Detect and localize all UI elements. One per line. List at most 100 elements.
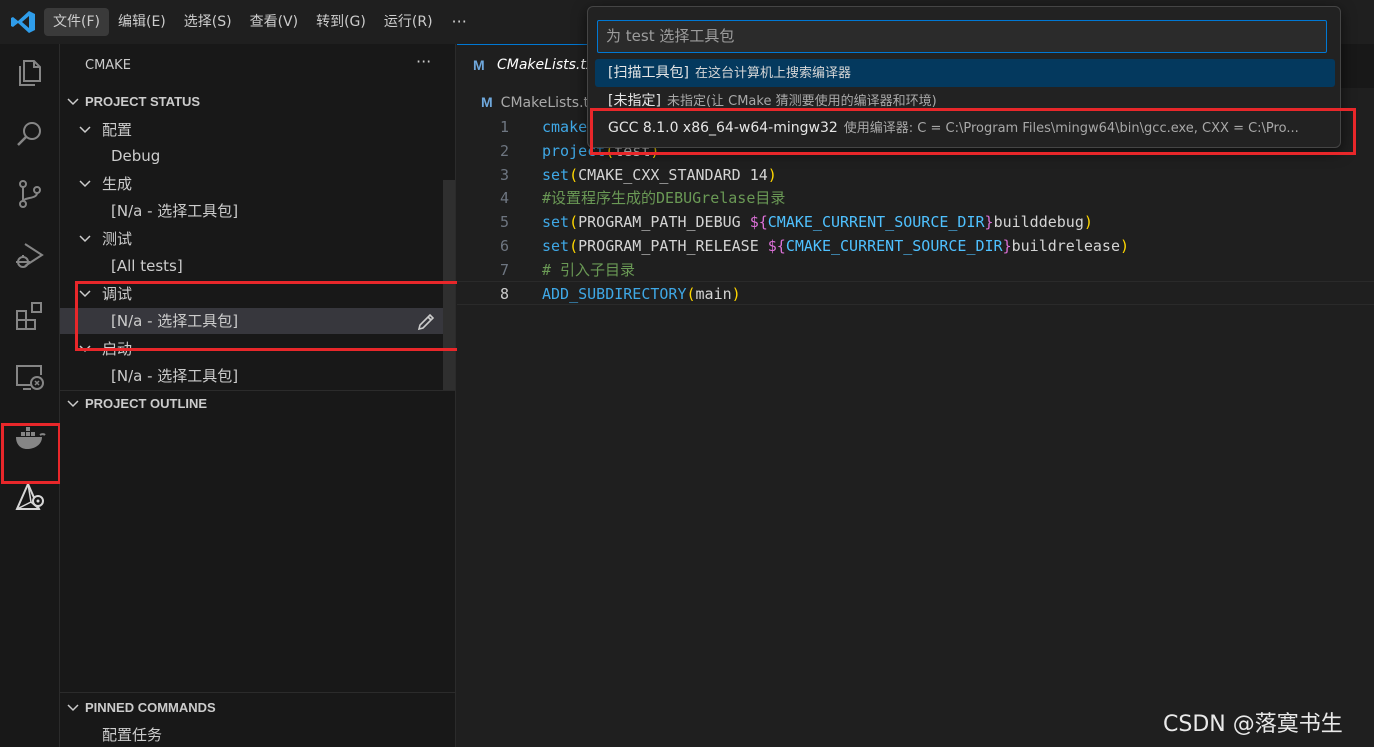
tree-item-configure[interactable]: 配置: [60, 117, 444, 143]
cmake-sidebar: CMAKE ··· PROJECT STATUS 配置 Debug 生成 [N/…: [60, 44, 465, 747]
section-project-outline[interactable]: PROJECT OUTLINE: [60, 392, 456, 416]
code-token: (: [569, 213, 579, 231]
tree-item-label: [N/a - 选择工具包]: [111, 367, 239, 385]
code-token: #设置程序生成的DEBUGrelase目录: [542, 189, 786, 207]
chevron-down-icon: [79, 180, 91, 188]
chevron-down-icon: [67, 98, 79, 106]
cmake-highlight-box: [1, 423, 61, 484]
source-control-icon[interactable]: [13, 177, 47, 211]
code-token: builddebug: [993, 213, 1084, 231]
quick-pick-item-scan-kits[interactable]: [扫描工具包] 在这台计算机上搜索编译器: [595, 59, 1335, 87]
kit-search-input[interactable]: 为 test 选择工具包: [597, 20, 1327, 53]
menu-edit[interactable]: 编辑(E): [109, 8, 175, 36]
menu-view[interactable]: 查看(V): [241, 8, 308, 36]
tree-item-label: 配置: [102, 121, 133, 139]
code-token: buildrelease: [1011, 237, 1120, 255]
gcc-highlight-box: [590, 108, 1356, 155]
code-token: CMAKE_CURRENT_SOURCE_DIR: [785, 237, 1003, 255]
tree-item-label: [N/a - 选择工具包]: [111, 202, 239, 220]
tree-item-label: [All tests]: [111, 257, 183, 275]
tab-label: CMakeLists.txt: [497, 57, 600, 73]
tree-item-build[interactable]: 生成: [60, 171, 444, 197]
code-token: }: [984, 213, 994, 231]
menu-go[interactable]: 转到(G): [307, 8, 375, 36]
menu-more[interactable]: ···: [442, 8, 477, 36]
tree-item-launch-value[interactable]: [N/a - 选择工具包]: [60, 363, 444, 389]
code-text: #设置程序生成的DEBUGrelase目录: [542, 186, 785, 210]
code-token: ${: [749, 213, 768, 231]
search-icon[interactable]: [13, 117, 47, 151]
cmake-file-icon: M: [473, 57, 485, 73]
code-token: ): [731, 285, 741, 303]
code-token: ): [1083, 213, 1093, 231]
quick-pick-label: [扫描工具包]: [608, 65, 689, 81]
pinned-command-item[interactable]: 配置任务: [60, 722, 444, 747]
section-pinned-commands[interactable]: PINNED COMMANDS: [60, 696, 456, 720]
line-number: 7: [499, 261, 509, 279]
divider: [60, 692, 456, 693]
tree-item-label: 生成: [102, 175, 133, 193]
code-text: # 引入子目录: [542, 258, 635, 282]
explorer-icon[interactable]: [13, 56, 47, 90]
sidebar-title: CMAKE: [85, 58, 131, 73]
line-number: 5: [499, 213, 509, 231]
tree-item-test-value[interactable]: [All tests]: [60, 253, 444, 279]
code-line[interactable]: 4 #设置程序生成的DEBUGrelase目录: [457, 186, 1374, 210]
cmake-icon[interactable]: [13, 480, 47, 514]
code-token: CMAKE_CURRENT_SOURCE_DIR: [767, 213, 985, 231]
code-token: CMAKE_CXX_STANDARD 14: [578, 166, 768, 184]
code-token: (: [569, 237, 579, 255]
tree-item-configure-value[interactable]: Debug: [60, 143, 444, 169]
quick-pick-description: 在这台计算机上搜索编译器: [694, 66, 851, 81]
vscode-logo-icon: [11, 11, 35, 33]
chevron-down-icon: [67, 704, 79, 712]
code-line[interactable]: 6 set(PROGRAM_PATH_RELEASE ${CMAKE_CURREN…: [457, 234, 1374, 258]
code-line[interactable]: 8 ADD_SUBDIRECTORY(main): [457, 281, 1374, 305]
section-project-status[interactable]: PROJECT STATUS: [60, 90, 456, 114]
code-token: # 引入子目录: [542, 261, 636, 279]
menu-selection[interactable]: 选择(S): [175, 8, 241, 36]
chevron-down-icon: [79, 235, 91, 243]
code-line[interactable]: 7 # 引入子目录: [457, 258, 1374, 282]
debug-highlight-box: [75, 281, 465, 351]
code-line[interactable]: 3 set(CMAKE_CXX_STANDARD 14): [457, 163, 1374, 187]
code-token: (: [686, 285, 696, 303]
code-token: ${: [767, 237, 786, 255]
section-label: PROJECT STATUS: [85, 94, 201, 109]
menu-file[interactable]: 文件(F): [44, 8, 109, 36]
code-text: set(PROGRAM_PATH_RELEASE ${CMAKE_CURRENT…: [542, 234, 1129, 258]
code-token: ): [767, 166, 777, 184]
code-token: PROGRAM_PATH_DEBUG: [578, 213, 750, 231]
tree-item-label: 配置任务: [102, 726, 163, 744]
activity-bar: [0, 44, 60, 747]
code-token: (: [569, 166, 579, 184]
run-debug-icon[interactable]: [13, 239, 47, 273]
line-number: 1: [499, 118, 509, 136]
code-token: main: [695, 285, 732, 303]
code-token: set: [542, 166, 570, 184]
tree-item-build-value[interactable]: [N/a - 选择工具包]: [60, 198, 444, 224]
tree-item-label: Debug: [111, 147, 161, 165]
chevron-down-icon: [79, 126, 91, 134]
quick-pick-label: [未指定]: [608, 93, 661, 109]
code-token: ): [1120, 237, 1130, 255]
code-line[interactable]: 5 set(PROGRAM_PATH_DEBUG ${CMAKE_CURRENT_…: [457, 210, 1374, 234]
line-number: 6: [499, 237, 509, 255]
section-label: PROJECT OUTLINE: [85, 396, 208, 411]
section-label: PINNED COMMANDS: [85, 700, 216, 715]
remote-explorer-icon[interactable]: [13, 360, 47, 394]
code-text: set(PROGRAM_PATH_DEBUG ${CMAKE_CURRENT_S…: [542, 210, 1093, 234]
extensions-icon[interactable]: [13, 299, 47, 333]
menu-run[interactable]: 运行(R): [375, 8, 442, 36]
code-text: ADD_SUBDIRECTORY(main): [542, 282, 741, 306]
menu-bar: 文件(F) 编辑(E) 选择(S) 查看(V) 转到(G) 运行(R) ···: [44, 8, 477, 36]
cmake-file-icon: M: [481, 94, 493, 110]
tree-item-test[interactable]: 测试: [60, 226, 444, 252]
quick-pick-description: 未指定(让 CMake 猜测要使用的编译器和环境): [666, 94, 937, 109]
code-token: ADD_SUBDIRECTORY: [542, 285, 687, 303]
line-number: 8: [499, 285, 509, 303]
divider: [60, 390, 456, 391]
line-number: 3: [499, 166, 509, 184]
sidebar-more-button[interactable]: ···: [416, 52, 431, 71]
breadcrumb[interactable]: M CMakeLists.txt: [481, 94, 603, 111]
